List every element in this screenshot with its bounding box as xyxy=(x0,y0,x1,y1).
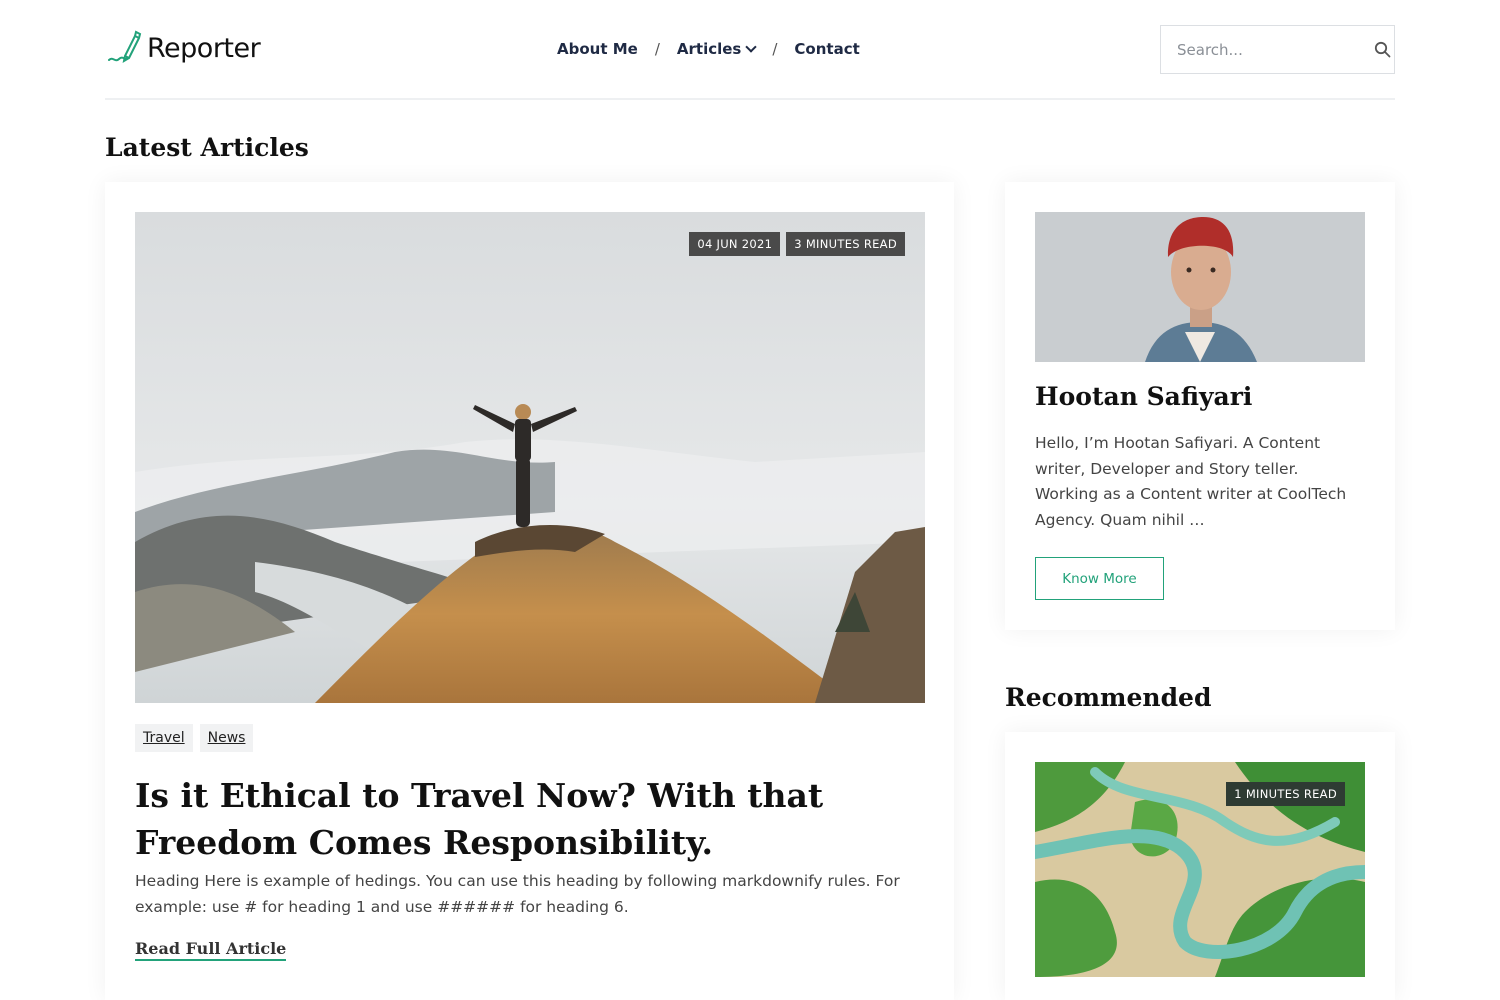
author-card: Hootan Safiyari Hello, I’m Hootan Safiya… xyxy=(1005,182,1395,630)
author-bio: Hello, I’m Hootan Safiyari. A Content wr… xyxy=(1035,434,1347,529)
search-box xyxy=(1160,25,1395,74)
featured-article-card: 04 JUN 2021 3 MINUTES READ Travel News I… xyxy=(105,182,954,1000)
pen-logo-icon xyxy=(108,30,142,64)
latest-articles-title: Latest Articles xyxy=(105,133,309,162)
article-excerpt: Heading Here is example of hedings. You … xyxy=(135,872,900,916)
main-nav: About Me / Articles / Contact xyxy=(557,40,860,58)
author-name: Hootan Safiyari xyxy=(1035,382,1253,411)
article-meta-badges: 04 JUN 2021 3 MINUTES READ xyxy=(689,232,905,256)
chevron-down-icon xyxy=(745,41,758,53)
recommended-card: 1 MINUTES READ xyxy=(1005,732,1395,1000)
nav-separator: / xyxy=(654,40,660,58)
recommended-title: Recommended xyxy=(1005,683,1212,712)
author-photo xyxy=(1035,212,1365,362)
recommended-image[interactable]: 1 MINUTES READ xyxy=(1035,762,1365,977)
recommended-read-time-badge: 1 MINUTES READ xyxy=(1226,782,1345,806)
article-tags: Travel News xyxy=(135,724,254,752)
recommended-meta-badges: 1 MINUTES READ xyxy=(1226,782,1345,806)
nav-about-me[interactable]: About Me xyxy=(557,40,638,58)
search-input[interactable] xyxy=(1161,26,1371,73)
nav-separator: / xyxy=(772,40,778,58)
tag-news[interactable]: News xyxy=(199,724,254,752)
nav-articles-label: Articles xyxy=(676,40,742,58)
nav-articles[interactable]: Articles xyxy=(676,40,758,58)
know-more-button[interactable]: Know More xyxy=(1035,557,1164,600)
article-title[interactable]: Is it Ethical to Travel Now? With that F… xyxy=(135,772,925,866)
nav-contact[interactable]: Contact xyxy=(794,40,859,58)
site-header: Reporter About Me / Articles / Contact xyxy=(105,0,1395,100)
site-logo[interactable]: Reporter xyxy=(105,30,261,66)
date-badge: 04 JUN 2021 xyxy=(689,232,781,256)
search-icon[interactable] xyxy=(1371,26,1394,73)
read-time-badge: 3 MINUTES READ xyxy=(786,232,905,256)
tag-travel[interactable]: Travel xyxy=(135,724,193,752)
article-hero-image[interactable]: 04 JUN 2021 3 MINUTES READ xyxy=(135,212,925,703)
page: Reporter About Me / Articles / Contact L… xyxy=(0,0,1500,1000)
read-full-article-link[interactable]: Read Full Article xyxy=(135,939,287,961)
logo-text: Reporter xyxy=(147,32,261,64)
